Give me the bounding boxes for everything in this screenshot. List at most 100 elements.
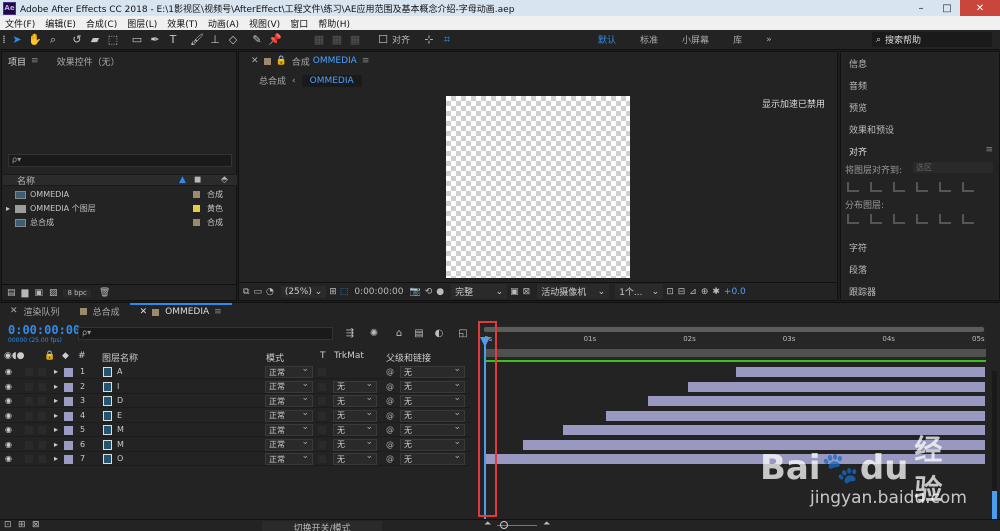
layer-name[interactable]: A [117,367,122,376]
layer-row[interactable]: ◉ ▸ 4 E 正常 无 @ 无 [0,408,470,423]
layer-name[interactable]: D [117,396,123,405]
exposure-value[interactable]: +0.0 [724,287,746,297]
lock-toggle[interactable] [38,440,46,449]
distribute-hcenter-icon[interactable] [939,214,951,224]
panel-character[interactable]: 字符 [849,241,867,254]
parent-select[interactable]: 无 [400,364,465,378]
preserve-transparency-toggle[interactable] [318,397,326,405]
panel-menu-icon[interactable]: ≡ [985,145,993,155]
tab-effect-controls[interactable]: 效果控件（无） [57,55,120,68]
visibility-eye-icon[interactable]: ◉ [5,382,12,391]
parent-select[interactable]: 无 [400,422,465,436]
exposure-icon[interactable]: ✱ [712,287,720,297]
zoom-in-icon[interactable]: ⏶ [543,519,550,529]
pick-whip-icon[interactable]: @ [386,367,394,376]
selection-tool-icon[interactable]: ➤ [8,31,26,49]
sort-ascending-icon[interactable]: ▲ [179,175,186,185]
parent-select[interactable]: 无 [400,379,465,393]
rectangle-tool-icon[interactable]: ▭ [128,31,146,49]
snap-options-icon[interactable]: ⊹ [420,31,438,49]
maximize-button[interactable]: □ [934,0,960,16]
blend-mode-select[interactable]: 正常 [265,422,313,436]
transparency-grid-icon[interactable]: ⊠ [523,287,531,297]
layer-name[interactable]: O [117,454,123,463]
workspace-library[interactable]: 库 [721,33,754,46]
camera-tool-icon[interactable]: ▰ [86,31,104,49]
preserve-transparency-toggle[interactable] [318,455,326,463]
mask-icon[interactable]: ◔ [266,287,274,297]
layer-name[interactable]: M [117,440,124,449]
distribute-top-icon[interactable] [847,214,859,224]
show-snapshot-icon[interactable]: ⟲ [425,287,433,297]
workspace-standard[interactable]: 标准 [628,33,670,46]
camera-select[interactable]: 活动摄像机 ⌄ [537,284,610,299]
expand-arrow-icon[interactable]: ▸ [54,454,58,463]
layer-name[interactable]: I [117,382,119,391]
track-matte-select[interactable]: 无 [333,379,377,393]
solo-toggle[interactable] [25,382,33,391]
visibility-eye-icon[interactable]: ◉ [5,411,12,420]
align-right-icon[interactable] [893,182,905,192]
av-features-icon[interactable]: ◉◖● [4,351,24,361]
expand-arrow-icon[interactable]: ▸ [54,382,58,391]
pick-whip-icon[interactable]: @ [386,425,394,434]
layer-duration-bar[interactable] [605,410,985,421]
magnification-select[interactable]: (25%) ⌄ [280,285,327,298]
lock-toggle[interactable] [38,397,46,405]
close-tab-icon[interactable]: ✕ [251,56,259,66]
interpret-footage-icon[interactable]: ▤ [7,288,16,298]
project-item[interactable]: ▸ OMMEDIA 个图层 黄色 [3,202,237,215]
layer-duration-bar[interactable] [688,381,985,392]
solo-toggle[interactable] [25,397,33,405]
panel-info[interactable]: 信息 [849,57,867,70]
track-matte-select[interactable]: 无 [333,422,377,436]
label-color-swatch[interactable] [64,382,73,392]
lock-toggle[interactable] [38,426,46,434]
zoom-out-icon[interactable]: ⏶ [484,519,491,529]
label-column-icon[interactable]: ◆ [62,351,69,361]
distribute-right-icon[interactable] [962,214,974,224]
new-folder-icon[interactable]: ▆ [22,288,29,298]
comp-mini-flowchart-icon[interactable]: ⇶ [344,327,356,339]
visibility-eye-icon[interactable]: ◉ [5,440,12,449]
column-layer-name[interactable]: 图层名称 [102,351,138,364]
track-matte-select[interactable]: 无 [333,451,377,465]
layer-row[interactable]: ◉ ▸ 1 A 正常 @ 无 [0,364,470,379]
column-name[interactable]: 名称 [17,174,35,187]
menu-layer[interactable]: 图层(L) [122,17,162,30]
layer-duration-bar[interactable] [735,367,985,377]
solo-toggle[interactable] [25,440,33,449]
parent-select[interactable]: 无 [400,408,465,422]
local-axis-icon[interactable]: ▦ [310,31,328,49]
track-matte-select[interactable]: 无 [333,408,377,422]
current-time-display[interactable]: 0:00:00:00 [8,323,80,337]
workspace-small-screen[interactable]: 小屏幕 [670,33,721,46]
bit-depth-button[interactable]: 8 bpc [63,288,91,297]
visibility-eye-icon[interactable]: ◉ [5,454,12,463]
blend-mode-select[interactable]: 正常 [265,437,313,451]
label-color-swatch[interactable] [64,368,73,377]
project-item[interactable]: OMMEDIA 合成 [3,188,237,201]
lock-icon[interactable]: 🔒 [276,56,287,66]
menu-edit[interactable]: 编辑(E) [40,17,81,30]
menu-animation[interactable]: 动画(A) [203,17,244,30]
expand-arrow-icon[interactable]: ▸ [54,440,58,449]
solo-toggle[interactable] [25,368,33,376]
motion-blur-icon[interactable]: ◐ [433,327,445,339]
menu-composition[interactable]: 合成(C) [81,17,122,30]
timeline-search-input[interactable]: ρ▾ [78,327,333,340]
viewer-timecode[interactable]: 0:00:00:00 [354,287,403,297]
type-column-icon[interactable]: ⬘ [221,175,228,185]
clone-stamp-tool-icon[interactable]: ⊥ [206,31,224,49]
label-color-swatch[interactable] [193,219,200,226]
blend-mode-select[interactable]: 正常 [265,379,313,393]
track-matte-select[interactable]: 无 [333,393,377,407]
help-search-input[interactable]: ⌕ 搜索帮助 [872,32,992,47]
view-layout-select[interactable]: 1个... ⌄ [615,284,664,299]
project-item[interactable]: 总合成 合成 [3,216,237,229]
expand-arrow-icon[interactable]: ▸ [54,411,58,420]
lock-toggle[interactable] [38,455,46,463]
panel-settings-icon[interactable]: ▨ [49,288,58,298]
preserve-transparency-toggle[interactable] [318,368,326,376]
time-navigator[interactable] [484,327,984,332]
